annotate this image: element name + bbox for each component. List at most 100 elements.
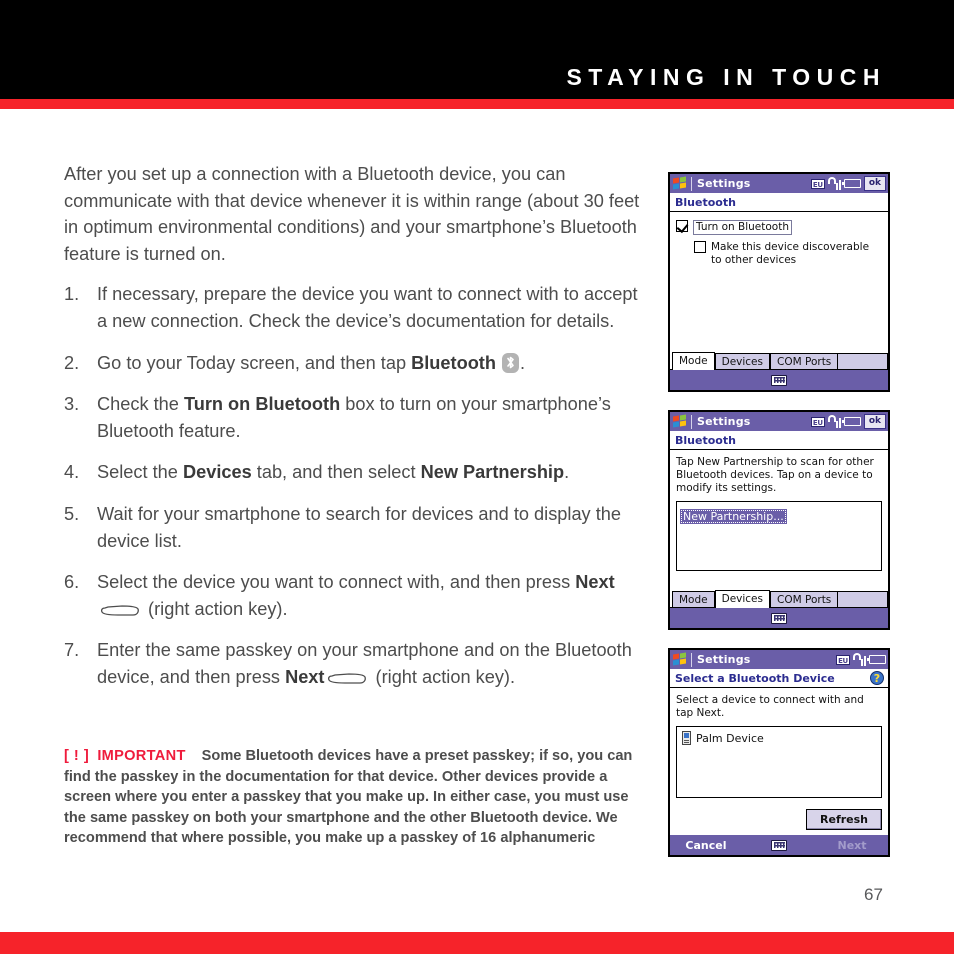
tab-devices[interactable]: Devices: [714, 590, 770, 608]
pda-subtitle: Bluetooth: [675, 195, 736, 209]
list-item: 1. If necessary, prepare the device you …: [64, 281, 652, 334]
list-item: 5. Wait for your smartphone to search fo…: [64, 501, 652, 554]
list-item-palm-device[interactable]: Palm Device: [680, 730, 878, 746]
keyboard-icon[interactable]: [771, 374, 787, 386]
tab-filler: [838, 591, 888, 607]
pda-canvas: Select a device to connect with and tap …: [670, 688, 888, 803]
pda-titlebar: Settings EU: [670, 650, 888, 669]
pda-subtitle-bar: Bluetooth: [670, 193, 888, 212]
pda-subtitle-bar: Bluetooth: [670, 431, 888, 450]
step-text-tail: (right action key).: [143, 598, 288, 619]
screenshot-select-bluetooth-device: Settings EU Select a Bluetooth Device ? …: [668, 648, 890, 857]
step-bold-term: Next: [285, 666, 325, 687]
pda-canvas: Turn on Bluetooth Make this device disco…: [670, 212, 888, 348]
pda-titlebar: Settings EU ok: [670, 174, 888, 193]
battery-icon: [841, 417, 861, 426]
checkbox-turn-on-bluetooth[interactable]: [676, 220, 688, 232]
list-item: 7. Enter the same passkey on your smartp…: [64, 637, 652, 690]
intro-paragraph: After you set up a connection with a Blu…: [64, 164, 640, 264]
step-number: 3.: [64, 394, 80, 415]
help-icon[interactable]: ?: [870, 671, 884, 685]
eu-badge-icon: EU: [810, 416, 825, 427]
checkbox-discoverable[interactable]: [694, 241, 706, 253]
step-text: Go to your Today screen, and then tap: [97, 352, 412, 373]
note-label: IMPORTANT: [97, 748, 186, 764]
action-key-icon: [100, 603, 140, 617]
tab-bar: Mode Devices COM Ports: [670, 352, 888, 370]
ok-button[interactable]: ok: [863, 176, 886, 191]
step-number: 7.: [64, 640, 80, 661]
screenshot-bluetooth-devices: Settings EU ok Bluetooth Tap New Partner…: [668, 410, 890, 630]
pda-subtitle: Bluetooth: [675, 433, 736, 447]
manual-page: STAYING IN TOUCH After you set up a conn…: [0, 0, 954, 954]
step-bold-term: Turn on Bluetooth: [183, 394, 341, 415]
step-text: Select the: [97, 462, 183, 483]
important-note: [ ! ] IMPORTANT Some Bluetooth devices ha…: [64, 746, 639, 849]
next-button[interactable]: Next: [816, 839, 888, 852]
titlebar-divider: [691, 652, 692, 667]
action-key-icon: [327, 671, 367, 685]
pda-titlebar: Settings EU ok: [670, 412, 888, 431]
tab-filler: [838, 353, 888, 369]
tab-mode[interactable]: Mode: [672, 352, 715, 370]
tab-com-ports[interactable]: COM Ports: [770, 353, 839, 369]
titlebar-divider: [691, 414, 692, 429]
windows-logo-icon: [673, 652, 688, 666]
battery-icon: [841, 179, 861, 188]
step-number: 6.: [64, 572, 80, 593]
signal-icon: [827, 415, 841, 428]
list-item: 6. Select the device you want to connect…: [64, 569, 652, 622]
cancel-button[interactable]: Cancel: [670, 839, 742, 852]
device-listbox[interactable]: Palm Device: [676, 726, 882, 798]
step-number: 1.: [64, 284, 80, 305]
step-bold-term: Devices: [182, 462, 252, 483]
pda-app-title: Settings: [697, 415, 751, 428]
list-item: 2. Go to your Today screen, and then tap…: [64, 350, 652, 377]
tab-mode[interactable]: Mode: [672, 591, 715, 607]
step-text: Check the: [97, 394, 184, 415]
step-text-mid: tab, and then select: [251, 462, 421, 483]
list-item-new-partnership[interactable]: New Partnership...: [680, 509, 787, 524]
step-bold-term-2: New Partnership: [420, 462, 565, 483]
step-text: If necessary, prepare the device you wan…: [97, 284, 638, 331]
button-row: Refresh: [670, 803, 888, 835]
pda-app-title: Settings: [697, 653, 751, 666]
step-text-tail: (right action key).: [370, 666, 516, 687]
keyboard-icon[interactable]: [771, 839, 787, 851]
tab-devices[interactable]: Devices: [714, 353, 770, 369]
note-bracket: [ ! ]: [64, 748, 90, 764]
eu-badge-icon: EU: [836, 654, 850, 665]
bluetooth-icon: [502, 352, 520, 373]
list-item: 3. Check the Turn on Bluetooth box to tu…: [64, 391, 652, 444]
battery-icon: [867, 655, 886, 664]
tab-com-ports[interactable]: COM Ports: [770, 591, 839, 607]
tab-bar: Mode Devices COM Ports: [670, 590, 888, 608]
windows-logo-icon: [673, 414, 688, 428]
instruction-text: Select a device to connect with and tap …: [676, 694, 864, 719]
body-copy: After you set up a connection with a Blu…: [64, 161, 652, 706]
status-icons: EU ok: [810, 412, 886, 431]
checkbox-row-discoverable[interactable]: Make this device discoverable to other d…: [694, 241, 882, 267]
footer-red-band: [0, 932, 954, 954]
list-item: 4. Select the Devices tab, and then sele…: [64, 459, 652, 486]
windows-logo-icon: [673, 176, 688, 190]
titlebar-divider: [691, 176, 692, 191]
page-header-band: STAYING IN TOUCH: [0, 0, 954, 99]
ok-button[interactable]: ok: [863, 414, 886, 429]
device-listbox[interactable]: New Partnership...: [676, 501, 882, 571]
refresh-button[interactable]: Refresh: [806, 809, 882, 830]
device-icon: [682, 731, 691, 745]
pda-subtitle-bar: Select a Bluetooth Device ?: [670, 669, 888, 688]
checkbox-label: Turn on Bluetooth: [693, 220, 792, 235]
step-bold-term: Bluetooth: [411, 352, 496, 373]
step-text: Wait for your smartphone to search for d…: [97, 503, 621, 551]
signal-icon: [827, 177, 841, 190]
pda-soft-key-bar: [670, 370, 888, 390]
instruction-text: Tap New Partnership to scan for other Bl…: [676, 456, 874, 494]
keyboard-icon[interactable]: [771, 612, 787, 624]
status-icons: EU ok: [810, 174, 886, 193]
checkbox-row-turn-on-bluetooth[interactable]: Turn on Bluetooth: [676, 220, 882, 235]
pda-canvas: Tap New Partnership to scan for other Bl…: [670, 450, 888, 586]
eu-badge-icon: EU: [810, 178, 825, 189]
pda-soft-key-bar: Cancel Next: [670, 835, 888, 855]
